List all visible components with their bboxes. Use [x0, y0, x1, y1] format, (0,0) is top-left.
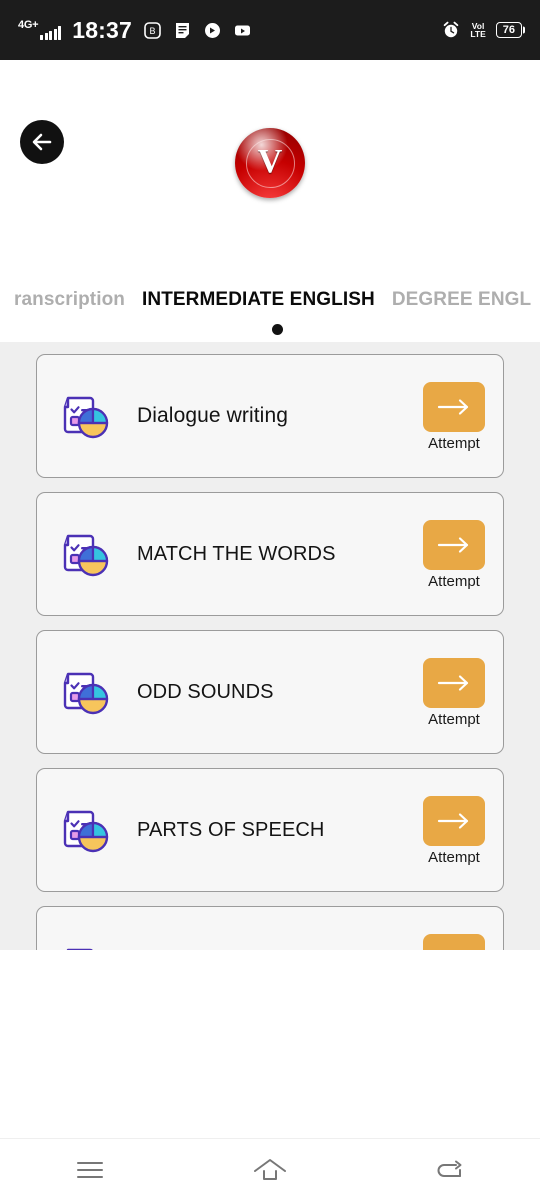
home-button[interactable] — [235, 1147, 305, 1193]
quiz-survey-icon — [55, 523, 117, 585]
attempt-group[interactable]: Attempt — [423, 519, 489, 590]
attempt-label: Attempt — [428, 710, 480, 728]
quiz-card[interactable]: ODD SOUNDS Attempt — [36, 630, 504, 754]
quiz-title: PARTS OF SPEECH — [137, 818, 325, 841]
app-logo: V — [235, 128, 305, 198]
battery-indicator: 76 — [495, 22, 522, 38]
status-bar-clock: 18:37 — [72, 16, 133, 43]
attempt-label: Attempt — [428, 848, 480, 866]
back-button[interactable] — [20, 120, 64, 164]
attempt-label: Attempt — [428, 572, 480, 590]
record-icon — [203, 21, 222, 40]
b-badge-icon: B — [143, 21, 162, 40]
arrow-right-icon — [437, 536, 469, 553]
tab-transcription[interactable]: ranscription — [14, 290, 125, 309]
quiz-survey-icon — [55, 385, 117, 447]
quiz-survey-icon — [55, 937, 117, 950]
quiz-card[interactable]: PARTS OF SPEECH Attempt — [36, 768, 504, 892]
attempt-group[interactable]: Attempt — [423, 657, 489, 728]
quiz-card[interactable]: Dialogue writing Attempt — [36, 354, 504, 478]
attempt-button[interactable] — [423, 519, 485, 570]
quiz-survey-icon — [55, 661, 117, 723]
tab-degree-english[interactable]: DEGREE ENGL — [392, 290, 531, 309]
status-bar-right: Vol LTE 76 — [441, 21, 522, 40]
status-bar: 4G+ 18:37 B Vol LTE 76 — [0, 0, 540, 60]
tab-bar: ranscription INTERMEDIATE ENGLISH DEGREE… — [0, 212, 540, 342]
arrow-right-icon — [437, 812, 469, 829]
signal-bars-icon — [40, 25, 62, 40]
quiz-title: ODD SOUNDS — [137, 680, 274, 703]
attempt-button[interactable] — [423, 795, 485, 846]
system-nav-bar — [0, 1138, 540, 1200]
attempt-button[interactable] — [423, 657, 485, 708]
quiz-title: Dialogue writing — [137, 404, 289, 427]
tab-list[interactable]: ranscription INTERMEDIATE ENGLISH DEGREE… — [0, 284, 540, 314]
attempt-group[interactable]: Attempt — [423, 795, 489, 866]
youtube-icon — [233, 21, 252, 40]
svg-text:B: B — [150, 26, 156, 36]
tab-intermediate-english[interactable]: INTERMEDIATE ENGLISH — [142, 290, 375, 309]
arrow-right-icon — [437, 674, 469, 691]
network-indicator: 4G+ — [18, 19, 62, 40]
attempt-group[interactable]: Attempt — [423, 381, 489, 452]
attempt-button[interactable] — [423, 933, 485, 951]
arrow-right-icon — [437, 398, 469, 415]
attempt-button[interactable] — [423, 381, 485, 432]
attempt-group[interactable]: Attempt — [423, 933, 489, 951]
menu-icon — [77, 1161, 103, 1178]
active-tab-indicator — [272, 324, 283, 335]
app-header: V Daily Quiz — [0, 60, 540, 256]
quiz-title: MATCH THE WORDS — [137, 542, 336, 565]
volte-bottom-label: LTE — [470, 29, 486, 39]
tab-bar-spacer — [0, 314, 540, 342]
note-icon — [173, 21, 192, 40]
quiz-card[interactable]: MATCH THE WORDS Attempt — [36, 492, 504, 616]
attempt-label: Attempt — [428, 434, 480, 452]
arrow-right-icon — [437, 950, 471, 951]
network-type-label: 4G+ — [18, 19, 39, 31]
recents-button[interactable] — [55, 1147, 125, 1193]
logo-letter: V — [257, 143, 283, 180]
back-arrow-icon — [437, 1160, 462, 1177]
volte-indicator: Vol LTE — [470, 21, 486, 39]
home-icon — [254, 1158, 286, 1180]
alarm-icon — [441, 21, 460, 40]
quiz-list: Dialogue writing Attempt MATCH THE WORDS — [0, 342, 540, 950]
back-button-nav[interactable] — [415, 1147, 485, 1193]
quiz-survey-icon — [55, 799, 117, 861]
quiz-card[interactable]: SILENT CONSONANTS Attempt — [36, 906, 504, 950]
status-bar-left: 4G+ 18:37 B — [18, 16, 252, 43]
arrow-left-icon — [32, 133, 52, 151]
